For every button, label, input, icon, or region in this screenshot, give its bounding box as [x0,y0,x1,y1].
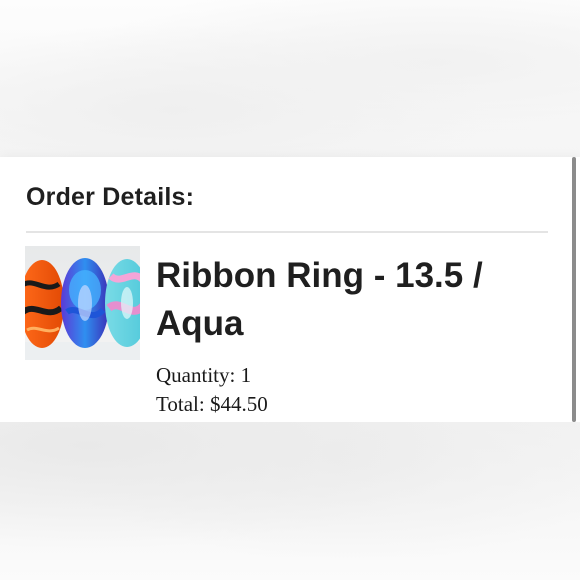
quantity-value: 1 [240,363,252,387]
order-details-panel: Order Details: Ribbon Ring - 13.5 / Aqua… [0,157,580,422]
blurred-background-top [0,0,580,157]
product-thumbnail[interactable] [25,246,140,360]
total-value: $44.50 [209,392,268,416]
quantity-row: Quantity: 1 [156,363,251,388]
glass-bead-icon [25,258,140,360]
blurred-background-bottom [0,422,580,580]
total-row: Total: $44.50 [156,392,268,417]
product-title[interactable]: Ribbon Ring - 13.5 / Aqua [156,252,546,348]
total-label: Total: [156,392,205,416]
heading-divider [26,231,548,233]
quantity-label: Quantity: [156,363,236,387]
order-details-heading: Order Details: [26,183,195,211]
scrollbar[interactable] [572,157,576,422]
